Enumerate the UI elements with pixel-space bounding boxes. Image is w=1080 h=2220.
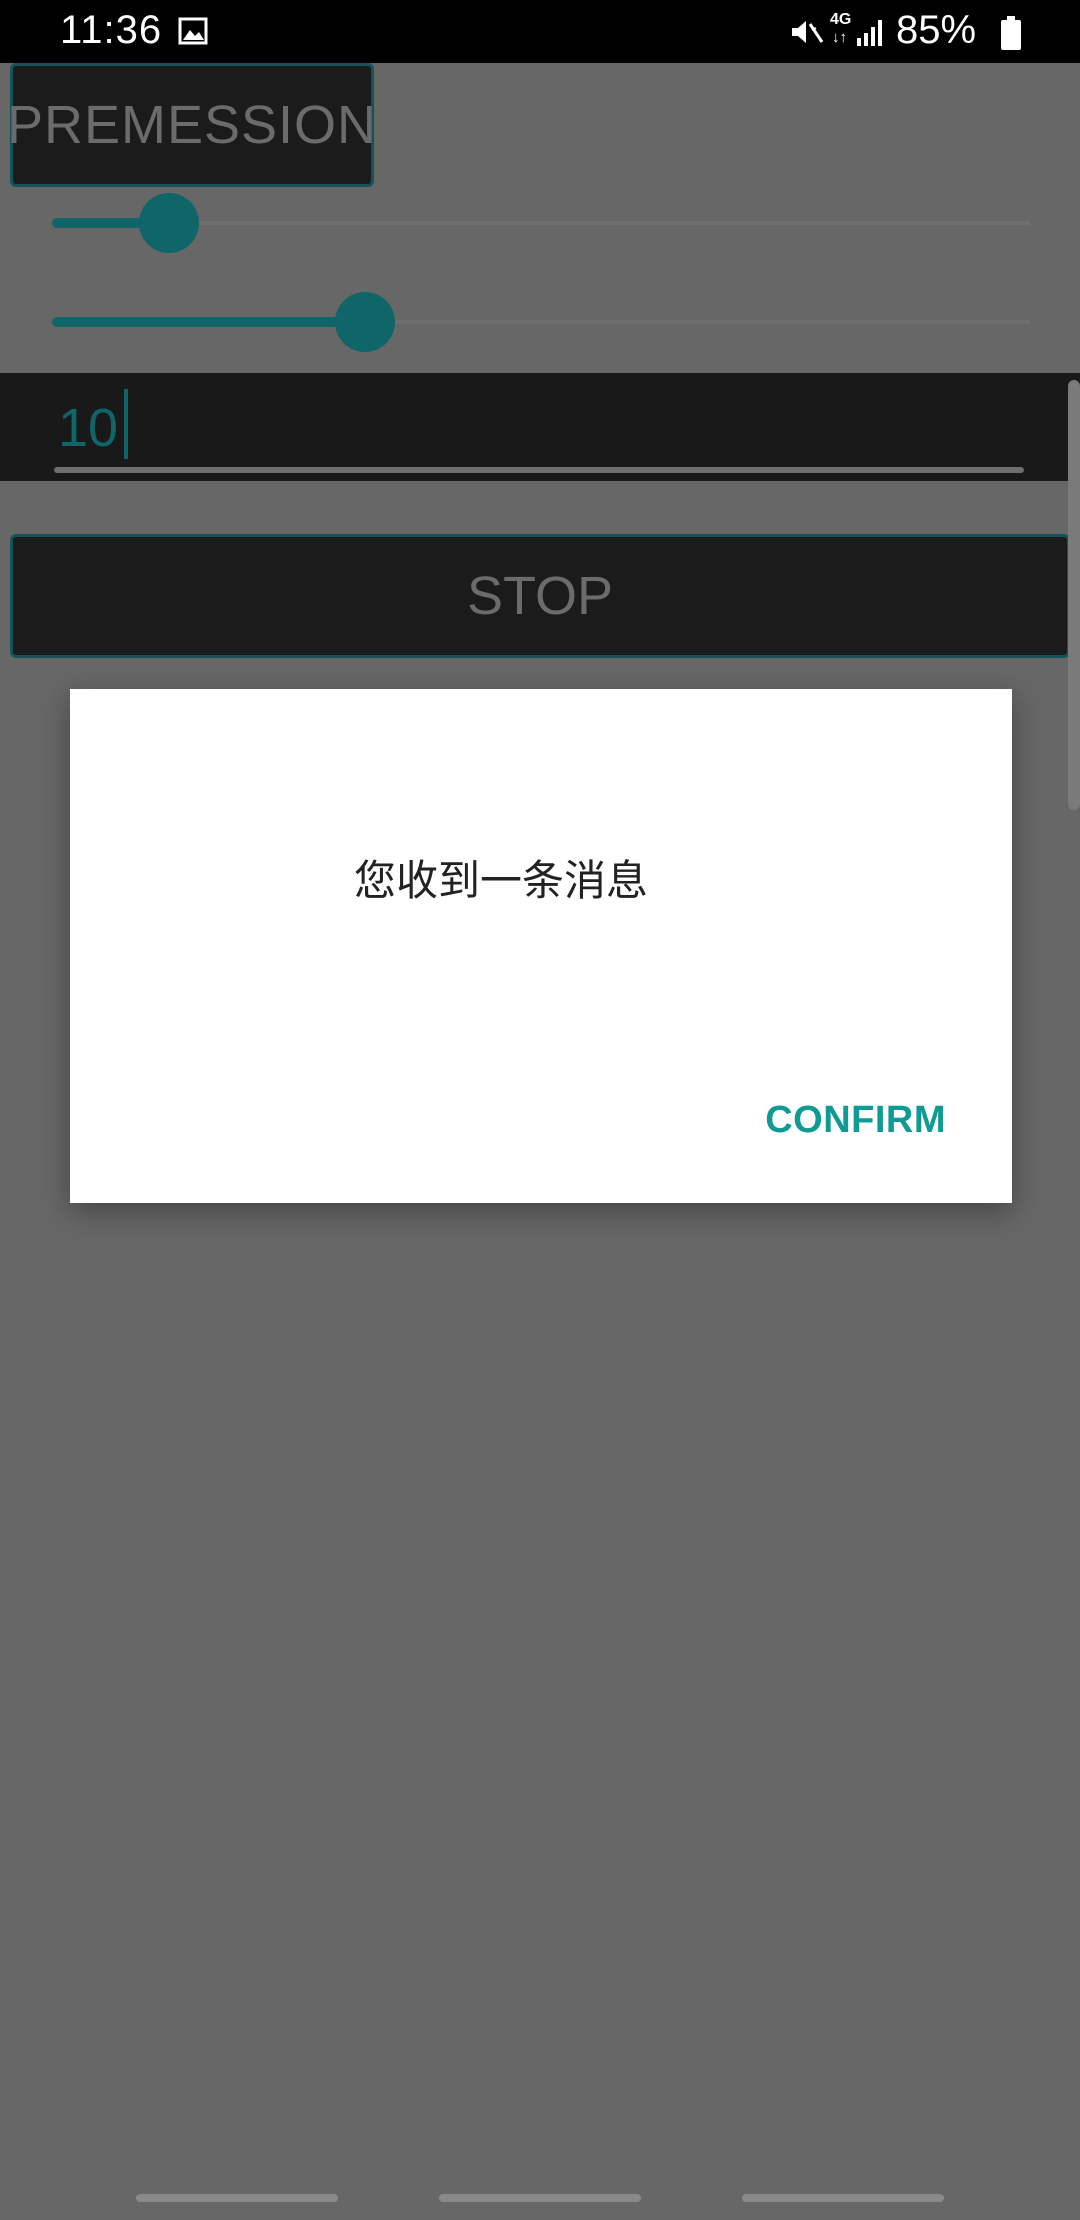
nav-home-handle[interactable]	[439, 2194, 641, 2202]
stop-button[interactable]: STOP	[10, 534, 1070, 658]
confirm-button[interactable]: CONFIRM	[765, 1099, 946, 1142]
status-bar: 11:36 4G ↓↑ 85%	[0, 0, 1080, 63]
permission-button[interactable]: PREMESSION	[7, 63, 376, 187]
status-time: 11:36	[60, 8, 163, 52]
dialog-message: 您收到一条消息	[353, 856, 648, 905]
slider-2[interactable]	[52, 292, 1030, 352]
number-input-field[interactable]: 10	[0, 373, 1080, 481]
scrollbar[interactable]	[1068, 380, 1080, 810]
slider-2-thumb[interactable]	[335, 292, 395, 352]
slider-2-fill	[52, 317, 365, 327]
nav-recents-handle[interactable]	[136, 2194, 338, 2202]
battery-percent: 85%	[896, 8, 977, 52]
network-activity-icon: ↓↑	[832, 29, 847, 46]
battery-icon	[1001, 16, 1021, 50]
mute-vibrate-icon	[792, 21, 824, 43]
network-type-label: 4G	[830, 11, 852, 28]
message-dialog: 您收到一条消息 CONFIRM	[70, 689, 1012, 1203]
input-underline	[54, 467, 1024, 473]
slider-1-thumb[interactable]	[139, 193, 199, 253]
number-input-value: 10	[58, 398, 119, 458]
nav-back-handle[interactable]	[742, 2194, 944, 2202]
slider-1[interactable]	[52, 193, 1030, 253]
image-notification-icon	[178, 17, 208, 45]
signal-strength-icon	[857, 20, 882, 46]
text-cursor	[124, 389, 128, 459]
